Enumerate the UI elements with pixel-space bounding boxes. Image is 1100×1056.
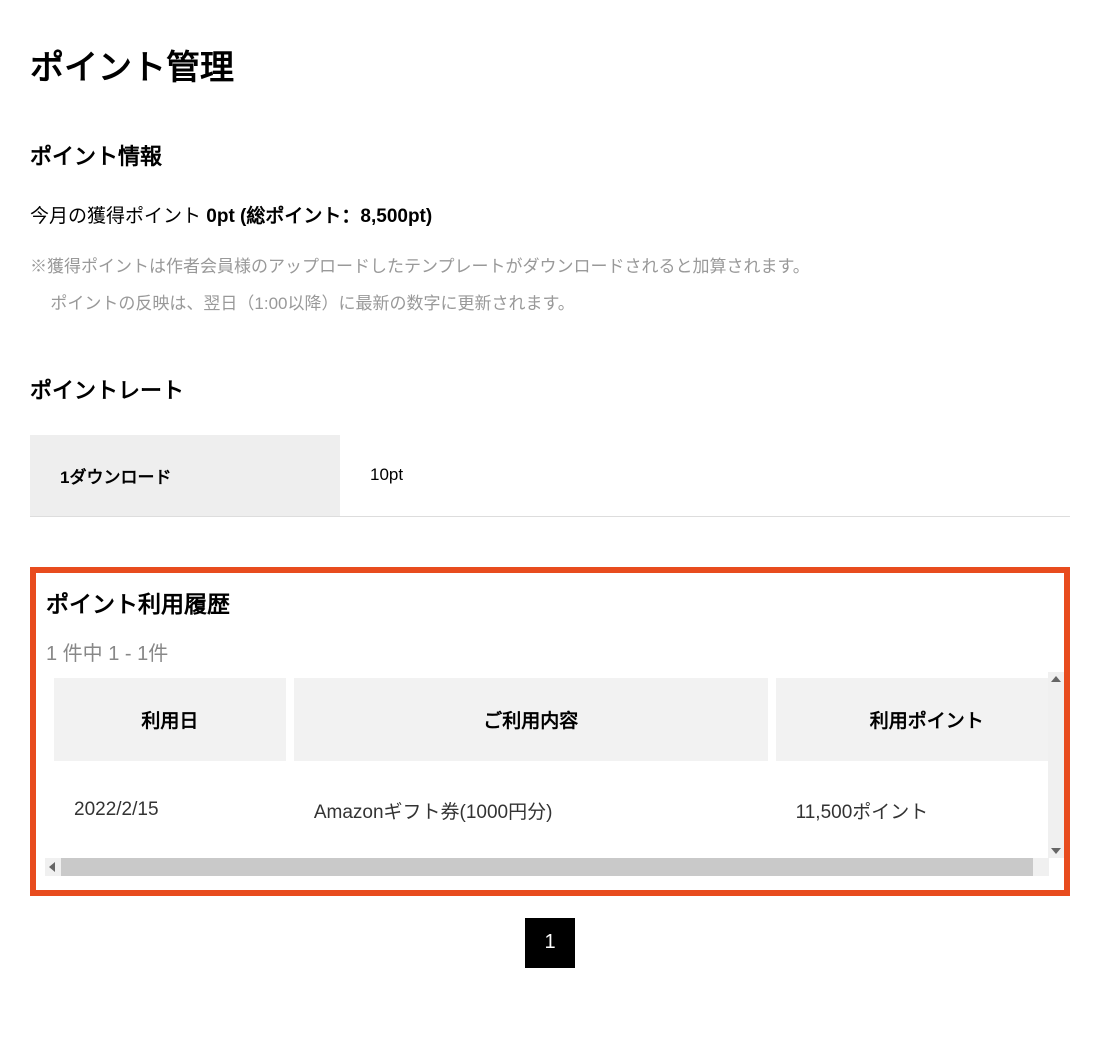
info-section-title: ポイント情報 xyxy=(30,139,1070,171)
history-cell-date: 2022/2/15 xyxy=(54,767,286,852)
history-col-desc: ご利用内容 xyxy=(294,678,768,761)
history-cell-points: 11,500ポイント xyxy=(776,767,1048,852)
page-title: ポイント管理 xyxy=(30,40,1070,89)
history-col-points: 利用ポイント xyxy=(776,678,1048,761)
history-row: 2022/2/15 Amazonギフト券(1000円分) 11,500ポイント xyxy=(54,767,1048,852)
note-line1: ※獲得ポイントは作者会員様のアップロードしたテンプレートがダウンロードされると加… xyxy=(30,257,810,276)
history-section-title: ポイント利用履歴 xyxy=(46,585,1054,619)
rate-row: 1ダウンロード 10pt xyxy=(30,435,1070,517)
summary-total-label: 総ポイント： xyxy=(246,206,360,227)
history-box: ポイント利用履歴 1 件中 1 - 1件 利用日 ご利用内容 利用ポイント 20… xyxy=(30,567,1070,896)
horizontal-scrollbar[interactable] xyxy=(46,858,1048,876)
history-cell-desc: Amazonギフト券(1000円分) xyxy=(294,767,768,852)
summary-label: 今月の獲得ポイント xyxy=(30,206,206,227)
scroll-down-icon xyxy=(1051,848,1061,854)
scroll-left-icon xyxy=(49,862,55,872)
rate-section-title: ポイントレート xyxy=(30,373,1070,405)
note-line2: ポイントの反映は、翌日（1:00以降）に最新の数字に更新されます。 xyxy=(30,285,1070,322)
point-note: ※獲得ポイントは作者会員様のアップロードしたテンプレートがダウンロードされると加… xyxy=(30,248,1070,323)
vertical-scrollbar[interactable] xyxy=(1048,672,1064,858)
summary-total-points: 8,500pt xyxy=(360,206,425,227)
point-summary: 今月の獲得ポイント 0pt (総ポイント：8,500pt) xyxy=(30,201,1070,228)
pagination: 1 xyxy=(30,918,1070,968)
rate-value: 10pt xyxy=(340,435,1070,517)
scroll-up-icon xyxy=(1051,676,1061,682)
history-count: 1 件中 1 - 1件 xyxy=(46,637,1054,666)
history-scroll[interactable]: 利用日 ご利用内容 利用ポイント 2022/2/15 Amazonギフト券(10… xyxy=(46,672,1048,858)
page-1-button[interactable]: 1 xyxy=(525,918,575,968)
rate-label: 1ダウンロード xyxy=(30,435,340,517)
summary-month-points: 0pt xyxy=(206,206,235,227)
scroll-right-icon xyxy=(1039,862,1045,872)
summary-paren-close: ) xyxy=(426,206,432,227)
rate-table: 1ダウンロード 10pt xyxy=(30,435,1070,517)
history-table: 利用日 ご利用内容 利用ポイント 2022/2/15 Amazonギフト券(10… xyxy=(46,672,1048,858)
summary-paren-open: ( xyxy=(235,206,247,227)
history-col-date: 利用日 xyxy=(54,678,286,761)
